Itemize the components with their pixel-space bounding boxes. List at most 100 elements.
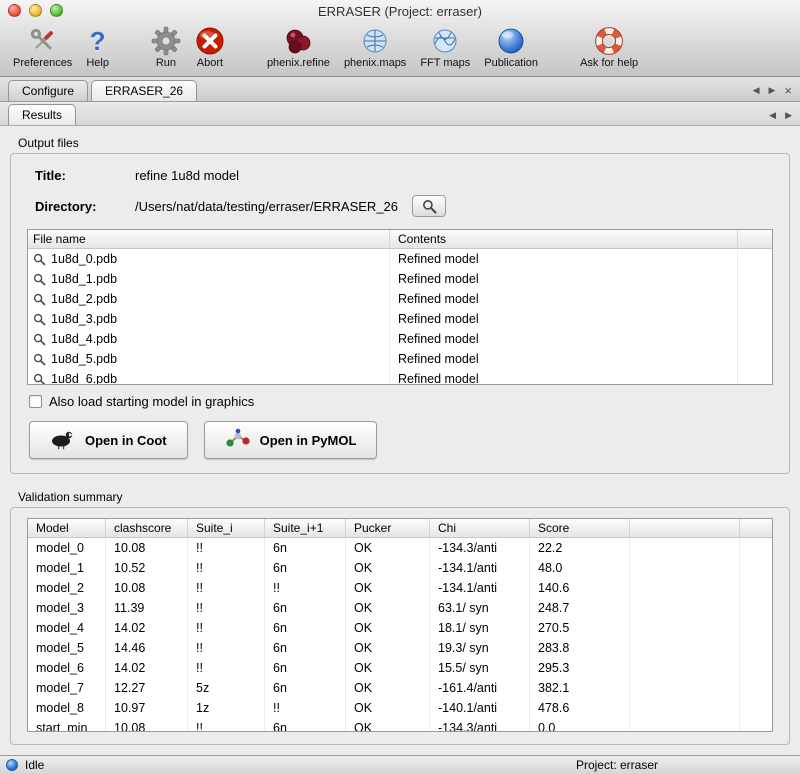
- tab-scroll-left-icon[interactable]: ◀: [753, 86, 760, 95]
- score-cell: 295.3: [530, 658, 630, 678]
- tab-scroll-right-icon[interactable]: ▶: [768, 86, 775, 95]
- validation-summary-group: Model clashscore Suite_i Suite_i+1 Pucke…: [10, 507, 790, 745]
- file-table-row[interactable]: 1u8d_6.pdbRefined model: [28, 369, 772, 385]
- file-table-row[interactable]: 1u8d_1.pdbRefined model: [28, 269, 772, 289]
- open-in-coot-button[interactable]: Open in Coot: [29, 421, 188, 459]
- column-header-clashscore[interactable]: clashscore: [106, 519, 188, 537]
- score-cell: 48.0: [530, 558, 630, 578]
- file-name-cell: 1u8d_4.pdb: [28, 329, 390, 349]
- toolbar-button-phenix-refine[interactable]: phenix.refine: [260, 24, 337, 70]
- fill-cell: [740, 598, 772, 618]
- suite-i-cell: !!: [188, 558, 265, 578]
- validation-table-row[interactable]: model_810.971z!!OK-140.1/anti478.6: [28, 698, 772, 718]
- suite-i1-cell: 6n: [265, 638, 346, 658]
- load-starting-model-checkbox[interactable]: Also load starting model in graphics: [29, 394, 771, 409]
- suite-i1-cell: 6n: [265, 658, 346, 678]
- toolbar-button-abort[interactable]: Abort: [188, 24, 232, 70]
- file-table-row[interactable]: 1u8d_2.pdbRefined model: [28, 289, 772, 309]
- toolbar-button-phenix-maps[interactable]: phenix.maps: [337, 24, 413, 70]
- validation-table-row[interactable]: model_514.46!!6nOK19.3/ syn283.8: [28, 638, 772, 658]
- zoom-window-button[interactable]: [50, 4, 63, 17]
- pucker-cell: OK: [346, 618, 430, 638]
- tab-label: Results: [22, 108, 62, 122]
- lifebuoy-icon: [593, 25, 625, 57]
- tab-erraser-26[interactable]: ERRASER_26: [91, 80, 197, 101]
- toolbar-button-fft-maps[interactable]: FFT maps: [413, 24, 477, 70]
- toolbar-label: Help: [86, 57, 109, 69]
- file-table-row[interactable]: 1u8d_0.pdbRefined model: [28, 249, 772, 269]
- pucker-cell: OK: [346, 718, 430, 732]
- validation-table-row[interactable]: model_712.275z6nOK-161.4/anti382.1: [28, 678, 772, 698]
- close-window-button[interactable]: [8, 4, 21, 17]
- chi-cell: -134.3/anti: [430, 538, 530, 558]
- file-table-row[interactable]: 1u8d_4.pdbRefined model: [28, 329, 772, 349]
- phenix-refine-icon: [282, 25, 314, 57]
- clashscore-cell: 10.08: [106, 718, 188, 732]
- toolbar-button-help[interactable]: ? Help: [79, 24, 116, 70]
- file-contents-cell: Refined model: [390, 269, 738, 289]
- file-table-row[interactable]: 1u8d_3.pdbRefined model: [28, 309, 772, 329]
- validation-table-row[interactable]: model_210.08!!!!OK-134.1/anti140.6: [28, 578, 772, 598]
- suite-i-cell: 1z: [188, 698, 265, 718]
- main-tab-bar: Configure ERRASER_26 ◀ ▶ ×: [0, 77, 800, 102]
- suite-i1-cell: 6n: [265, 538, 346, 558]
- validation-table: Model clashscore Suite_i Suite_i+1 Pucke…: [27, 518, 773, 732]
- extra-cell: [630, 678, 740, 698]
- score-cell: 22.2: [530, 538, 630, 558]
- sub-tab-scroll-right-icon[interactable]: ▶: [785, 111, 792, 120]
- score-cell: 248.7: [530, 598, 630, 618]
- validation-table-row[interactable]: start_min10.08!!6nOK-134.3/anti0.0: [28, 718, 772, 732]
- window-chrome: ERRASER (Project: erraser): [0, 0, 800, 77]
- file-table-row[interactable]: 1u8d_5.pdbRefined model: [28, 349, 772, 369]
- toolbar-button-ask-for-help[interactable]: Ask for help: [573, 24, 645, 70]
- magnifier-icon: [33, 273, 46, 286]
- column-header-suite-i[interactable]: Suite_i: [188, 519, 265, 537]
- toolbar-button-run[interactable]: Run: [144, 24, 188, 70]
- titlebar[interactable]: ERRASER (Project: erraser): [0, 0, 800, 22]
- column-header-file-name[interactable]: File name: [28, 230, 390, 248]
- chi-cell: 19.3/ syn: [430, 638, 530, 658]
- file-table-body: 1u8d_0.pdbRefined model1u8d_1.pdbRefined…: [28, 249, 772, 385]
- minimize-window-button[interactable]: [29, 4, 42, 17]
- validation-table-body: model_010.08!!6nOK-134.3/anti22.2model_1…: [28, 538, 772, 732]
- sub-tab-scroll-left-icon[interactable]: ◀: [769, 111, 776, 120]
- file-name-cell: 1u8d_1.pdb: [28, 269, 390, 289]
- fill-cell: [740, 558, 772, 578]
- extra-cell: [630, 718, 740, 732]
- tab-configure[interactable]: Configure: [8, 80, 88, 101]
- publication-icon: [496, 25, 526, 57]
- toolbar-button-preferences[interactable]: Preferences: [6, 24, 79, 70]
- validation-table-row[interactable]: model_311.39!!6nOK63.1/ syn248.7: [28, 598, 772, 618]
- column-header-model[interactable]: Model: [28, 519, 106, 537]
- column-header-suite-i1[interactable]: Suite_i+1: [265, 519, 346, 537]
- validation-table-row[interactable]: model_414.02!!6nOK18.1/ syn270.5: [28, 618, 772, 638]
- tab-close-icon[interactable]: ×: [784, 85, 792, 96]
- clashscore-cell: 10.08: [106, 538, 188, 558]
- validation-table-row[interactable]: model_110.52!!6nOK-134.1/anti48.0: [28, 558, 772, 578]
- model-cell: model_3: [28, 598, 106, 618]
- column-header-contents[interactable]: Contents: [390, 230, 738, 248]
- file-name-cell: 1u8d_3.pdb: [28, 309, 390, 329]
- directory-field-row: Directory: /Users/nat/data/testing/erras…: [35, 195, 765, 217]
- column-header-score[interactable]: Score: [530, 519, 630, 537]
- extra-cell: [630, 598, 740, 618]
- file-contents-cell: Refined model: [390, 309, 738, 329]
- chi-cell: -140.1/anti: [430, 698, 530, 718]
- model-cell: model_7: [28, 678, 106, 698]
- checkbox-box[interactable]: [29, 395, 42, 408]
- button-label: Open in PyMOL: [260, 433, 357, 448]
- suite-i1-cell: 6n: [265, 558, 346, 578]
- score-cell: 0.0: [530, 718, 630, 732]
- tab-results[interactable]: Results: [8, 104, 76, 125]
- validation-table-row[interactable]: model_010.08!!6nOK-134.3/anti22.2: [28, 538, 772, 558]
- status-text: Idle: [25, 758, 44, 772]
- toolbar-button-publication[interactable]: Publication: [477, 24, 545, 70]
- toolbar: Preferences ? Help: [0, 22, 800, 76]
- validation-table-row[interactable]: model_614.02!!6nOK15.5/ syn295.3: [28, 658, 772, 678]
- open-in-pymol-button[interactable]: Open in PyMOL: [204, 421, 378, 459]
- directory-browse-button[interactable]: [412, 195, 446, 217]
- clashscore-cell: 14.46: [106, 638, 188, 658]
- column-header-pucker[interactable]: Pucker: [346, 519, 430, 537]
- model-cell: model_0: [28, 538, 106, 558]
- column-header-chi[interactable]: Chi: [430, 519, 530, 537]
